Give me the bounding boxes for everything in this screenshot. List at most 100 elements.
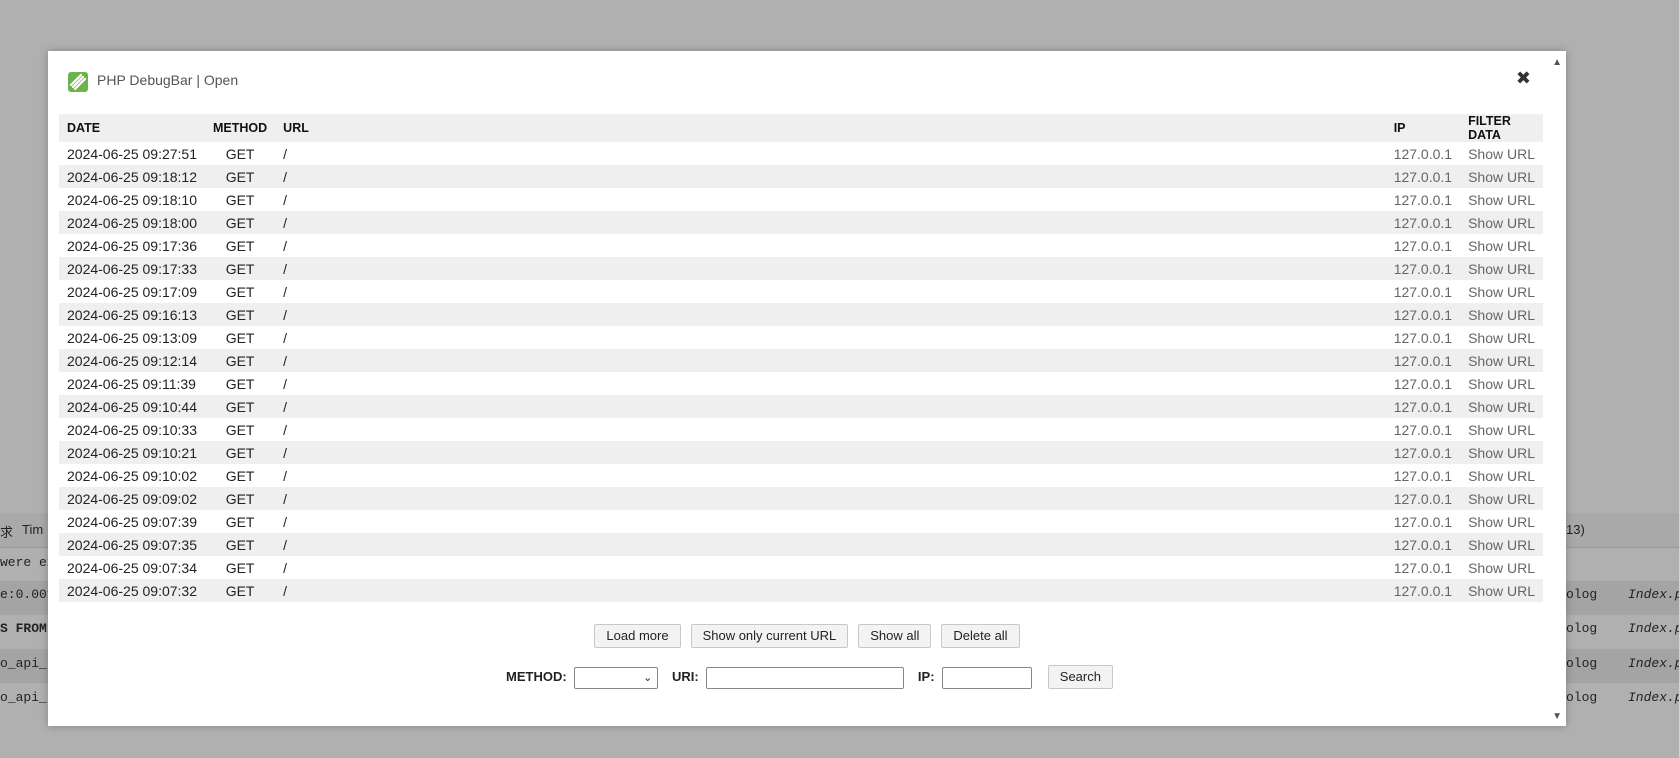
- background-text-fragment: olog: [1566, 587, 1598, 602]
- uri-input[interactable]: [706, 666, 905, 689]
- cell-date: 2024-06-25 09:17:09: [67, 283, 197, 300]
- table-row[interactable]: 2024-06-25 09:10:02 GET / 127.0.0.1 Show URL: [59, 464, 1543, 487]
- show-url-link[interactable]: Show URL: [1460, 510, 1543, 533]
- show-url-link[interactable]: Show URL: [1460, 441, 1543, 464]
- cell-date: 2024-06-25 09:18:10: [67, 191, 197, 208]
- table-row[interactable]: 2024-06-25 09:10:33 GET / 127.0.0.1 Show URL: [59, 418, 1543, 441]
- cell-date: 2024-06-25 09:11:39: [67, 375, 196, 392]
- requests-table: DATE METHOD URL IP FILTER DATA 2024-06-2…: [59, 114, 1543, 602]
- cell-date: 2024-06-25 09:12:14: [59, 349, 205, 372]
- show-url-link[interactable]: Show URL: [1460, 418, 1543, 441]
- method-label: METHOD:: [506, 669, 567, 684]
- background-text-fragment: olog: [1566, 621, 1598, 636]
- cell-ip: 127.0.0.1: [1385, 211, 1461, 234]
- cell-method: GET: [225, 421, 255, 438]
- show-url-link[interactable]: Show URL: [1460, 234, 1543, 257]
- table-row[interactable]: 2024-06-25 09:07:39 GET / 127.0.0.1 Show URL: [59, 510, 1543, 533]
- cell-ip: 127.0.0.1: [1385, 579, 1461, 602]
- method-select[interactable]: ⌄: [574, 666, 659, 689]
- actions-bar: Load more Show only current URL Show all…: [48, 624, 1566, 648]
- cell-method: GET: [225, 329, 255, 346]
- table-row[interactable]: 2024-06-25 09:11:39 GET / 127.0.0.1 Show URL: [59, 372, 1543, 395]
- show-url-link[interactable]: Show URL: [1460, 257, 1543, 280]
- table-row[interactable]: 2024-06-25 09:17:09 GET / 127.0.0.1 Show URL: [59, 280, 1543, 303]
- table-row[interactable]: 2024-06-25 09:17:36 GET / 127.0.0.1 Show URL: [59, 234, 1543, 257]
- cell-date: 2024-06-25 09:16:13: [59, 303, 205, 326]
- cell-ip: 127.0.0.1: [1385, 165, 1461, 188]
- table-row[interactable]: 2024-06-25 09:17:33 GET/127.0.0.1 Show URL: [59, 257, 1543, 280]
- search-button[interactable]: Search: [1047, 665, 1113, 689]
- column-header-url: URL: [275, 114, 1386, 142]
- column-header-method: METHOD: [205, 114, 276, 142]
- show-url-link[interactable]: Show URL: [1460, 280, 1543, 303]
- table-row[interactable]: 2024-06-25 09:07:34 GET / 127.0.0.1 Show URL: [59, 556, 1543, 579]
- cell-date: 2024-06-25 09:09:02: [59, 487, 205, 510]
- cell-url: /: [283, 559, 288, 576]
- column-header-ip: IP: [1385, 114, 1461, 142]
- table-header-row: DATE METHOD URL IP FILTER DATA: [59, 114, 1543, 142]
- show-url-link[interactable]: Show URL: [1460, 464, 1543, 487]
- show-url-link[interactable]: Show URL: [1460, 579, 1543, 602]
- table-row[interactable]: 2024-06-25 09:18:00 GET/127.0.0.1 Show URL: [59, 211, 1543, 234]
- table-row[interactable]: 2024-06-25 09:10:44 GET/127.0.0.1 Show URL: [59, 395, 1543, 418]
- cell-ip: 127.0.0.1: [1385, 349, 1461, 372]
- search-form: METHOD: ⌄ URI: IP: Search: [48, 665, 1566, 689]
- show-all-button[interactable]: Show all: [858, 624, 932, 648]
- cell-method: GET: [205, 349, 276, 372]
- show-url-link[interactable]: Show URL: [1460, 395, 1543, 418]
- show-url-link[interactable]: Show URL: [1460, 188, 1543, 211]
- show-url-link[interactable]: Show URL: [1460, 303, 1543, 326]
- cell-ip: 127.0.0.1: [1393, 283, 1453, 300]
- cell-ip: 127.0.0.1: [1393, 421, 1453, 438]
- table-row[interactable]: 2024-06-25 09:09:02 GET/127.0.0.1 Show URL: [59, 487, 1543, 510]
- table-row[interactable]: 2024-06-25 09:10:21 GET/127.0.0.1 Show URL: [59, 441, 1543, 464]
- background-tab-fragment: Tim: [22, 522, 44, 537]
- show-url-link[interactable]: Show URL: [1460, 349, 1543, 372]
- cell-method: GET: [225, 467, 255, 484]
- table-row[interactable]: 2024-06-25 09:18:10 GET / 127.0.0.1 Show URL: [59, 188, 1543, 211]
- show-url-link[interactable]: Show URL: [1460, 533, 1543, 556]
- background-text-fragment: Index.p: [1628, 587, 1679, 602]
- cell-url: /: [275, 487, 1386, 510]
- cell-method: GET: [225, 145, 255, 162]
- cell-ip: 127.0.0.1: [1385, 533, 1461, 556]
- open-handler-modal: PHP DebugBar | Open ✖ ▲ ▼ DATE METHOD UR…: [48, 51, 1566, 726]
- background-text-fragment: e:0.001: [0, 587, 55, 602]
- table-row[interactable]: 2024-06-25 09:13:09 GET / 127.0.0.1 Show URL: [59, 326, 1543, 349]
- table-row[interactable]: 2024-06-25 09:12:14 GET/127.0.0.1 Show URL: [59, 349, 1543, 372]
- close-icon[interactable]: ✖: [1516, 68, 1531, 89]
- cell-method: GET: [205, 165, 276, 188]
- cell-method: GET: [225, 237, 255, 254]
- show-url-link[interactable]: Show URL: [1460, 487, 1543, 510]
- table-row[interactable]: 2024-06-25 09:07:35 GET/127.0.0.1 Show URL: [59, 533, 1543, 556]
- scroll-down-icon[interactable]: ▼: [1552, 711, 1562, 722]
- scroll-up-icon[interactable]: ▲: [1552, 57, 1562, 68]
- cell-method: GET: [205, 395, 276, 418]
- cell-date: 2024-06-25 09:10:33: [67, 421, 197, 438]
- show-url-link[interactable]: Show URL: [1460, 372, 1543, 395]
- background-text-fragment: olog: [1566, 656, 1598, 671]
- cell-url: /: [275, 395, 1386, 418]
- table-row[interactable]: 2024-06-25 09:27:51 GET / 127.0.0.1 Show URL: [59, 142, 1543, 165]
- show-url-link[interactable]: Show URL: [1460, 165, 1543, 188]
- show-url-link[interactable]: Show URL: [1460, 142, 1543, 165]
- cell-ip: 127.0.0.1: [1385, 395, 1461, 418]
- cell-date: 2024-06-25 09:07:32: [59, 579, 205, 602]
- show-url-link[interactable]: Show URL: [1460, 326, 1543, 349]
- cell-ip: 127.0.0.1: [1385, 303, 1461, 326]
- background-text-fragment: S FROM: [0, 621, 47, 636]
- cell-method: GET: [205, 487, 276, 510]
- table-row[interactable]: 2024-06-25 09:18:12 GET/127.0.0.1 Show URL: [59, 165, 1543, 188]
- show-url-link[interactable]: Show URL: [1460, 211, 1543, 234]
- show-current-url-button[interactable]: Show only current URL: [690, 624, 849, 648]
- background-text-fragment: o_api_l: [0, 656, 55, 671]
- ip-input[interactable]: [942, 666, 1033, 689]
- cell-url: /: [283, 283, 288, 300]
- background-text-fragment: Index.p: [1628, 690, 1679, 705]
- table-row[interactable]: 2024-06-25 09:07:32 GET/127.0.0.1 Show URL: [59, 579, 1543, 602]
- cell-date: 2024-06-25 09:10:21: [59, 441, 205, 464]
- show-url-link[interactable]: Show URL: [1460, 556, 1543, 579]
- load-more-button[interactable]: Load more: [594, 624, 681, 648]
- table-row[interactable]: 2024-06-25 09:16:13 GET/127.0.0.1 Show URL: [59, 303, 1543, 326]
- delete-all-button[interactable]: Delete all: [941, 624, 1020, 648]
